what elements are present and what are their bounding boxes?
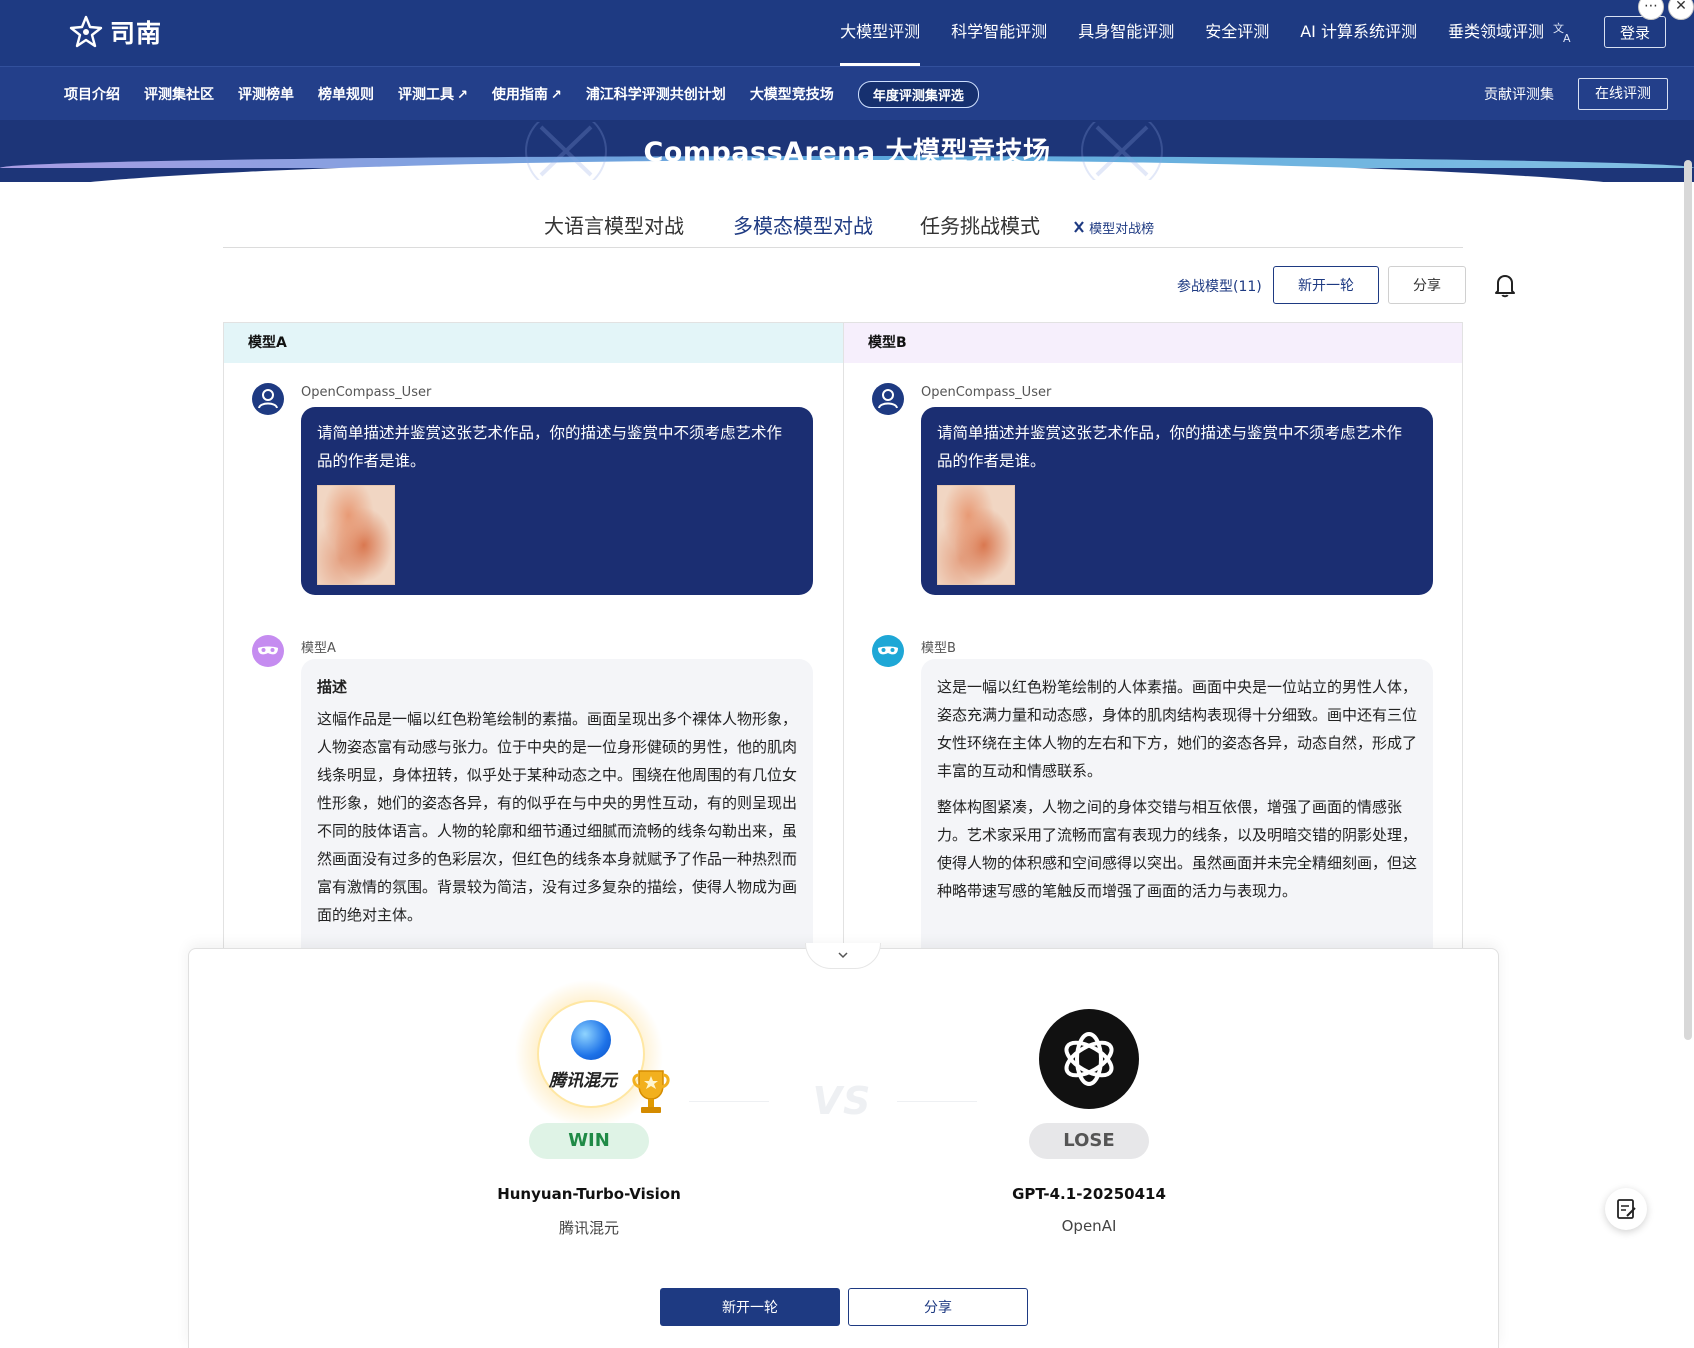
user-name: OpenCompass_User [921, 385, 1052, 400]
user-avatar [872, 383, 904, 415]
site-logo[interactable]: 司南 [68, 14, 162, 50]
subnav-pujiang-plan[interactable]: 浦江科学评测共创计划 [586, 84, 726, 104]
close-icon[interactable]: ✕ [1668, 0, 1694, 20]
collapse-toggle[interactable] [805, 943, 881, 969]
mask-icon [258, 646, 278, 655]
trophy-icon [632, 1070, 670, 1113]
model-avatar [872, 635, 904, 667]
logo-mark [69, 15, 103, 48]
model-name: 模型B [921, 641, 956, 656]
external-link-icon: ↗ [550, 88, 562, 103]
chevron-down-icon [838, 952, 848, 959]
model-b-panel: 模型B OpenCompass_User 请简单描述并鉴赏这张艺术作品，你的描述… [843, 322, 1463, 950]
share-button[interactable]: 分享 [848, 1288, 1028, 1326]
artwork-thumbnail[interactable] [317, 485, 395, 585]
battle-result-sheet: 腾讯混元 VS WIN LOSE Hunyuan-Turbo-Vision 腾讯… [188, 943, 1499, 1348]
prompt-text: 请简单描述并鉴赏这张艺术作品，你的描述与鉴赏中不须考虑艺术作品的作者是谁。 [937, 424, 1403, 470]
subnav-tools[interactable]: 评测工具 ↗ [398, 84, 468, 104]
nav-embodied-eval[interactable]: 具身智能评测 [1078, 0, 1174, 66]
hunyuan-logo-text: 腾讯混元 [549, 1071, 617, 1091]
lose-badge: LOSE [1029, 1123, 1149, 1159]
subnav-rules[interactable]: 榜单规则 [318, 84, 374, 104]
main-nav: 大模型评测 科学智能评测 具身智能评测 安全评测 AI 计算系统评测 垂类领域评… [840, 0, 1544, 66]
model-name: 模型A [301, 641, 336, 656]
nav-science-eval[interactable]: 科学智能评测 [951, 0, 1047, 66]
logo-text: 司南 [110, 19, 163, 48]
hunyuan-icon [571, 1020, 611, 1060]
login-button[interactable]: 登录 [1604, 16, 1666, 48]
winner-model-org: 腾讯混元 [558, 1219, 619, 1237]
model-reply: 这是一幅以红色粉笔绘制的人体素描。画面中央是一位站立的男性人体，姿态充满力量和动… [921, 659, 1433, 949]
svg-text:A: A [1563, 32, 1571, 44]
artwork-thumbnail[interactable] [937, 485, 1015, 585]
nav-vertical-eval[interactable]: 垂类领域评测 [1448, 0, 1544, 66]
user-icon [258, 389, 278, 409]
model-reply: 描述 这幅作品是一幅以红色粉笔绘制的素描。画面呈现出多个裸体人物形象，人物姿态富… [301, 659, 813, 949]
vs-divider [689, 1101, 769, 1102]
prompt-text: 请简单描述并鉴赏这张艺术作品，你的描述与鉴赏中不须考虑艺术作品的作者是谁。 [317, 424, 783, 470]
reply-heading: 描述 [317, 678, 348, 696]
bell-icon[interactable] [1493, 272, 1517, 298]
panel-title: 模型A [224, 323, 843, 363]
participating-models-link[interactable]: 参战模型(11) [1177, 276, 1262, 296]
nav-safety-eval[interactable]: 安全评测 [1205, 0, 1269, 66]
mask-icon [878, 646, 898, 655]
tab-task-challenge[interactable]: 任务挑战模式 [920, 210, 1040, 239]
loser-model-org: OpenAI [1061, 1217, 1117, 1235]
nav-llm-eval[interactable]: 大模型评测 [840, 0, 921, 66]
translate-icon[interactable]: 文 A [1552, 20, 1574, 44]
page-scrollbar[interactable] [1684, 160, 1692, 1040]
page-title: CompassArena 大模型竞技场 [643, 137, 1051, 168]
hunyuan-logo: 腾讯混元 [539, 1002, 643, 1106]
subnav-guide[interactable]: 使用指南 ↗ [492, 84, 562, 104]
battle-leaderboard-link[interactable]: 模型对战榜 [1073, 218, 1154, 237]
tab-llm-battle[interactable]: 大语言模型对战 [544, 210, 684, 239]
sub-nav: 项目介绍 评测集社区 评测榜单 榜单规则 评测工具 ↗ 使用指南 ↗ 浦江科学评测共… [0, 66, 1694, 120]
winner-model-name: Hunyuan-Turbo-Vision [497, 1185, 681, 1203]
new-round-button[interactable]: 新开一轮 [1273, 266, 1379, 304]
user-avatar [252, 383, 284, 415]
user-message: 请简单描述并鉴赏这张艺术作品，你的描述与鉴赏中不须考虑艺术作品的作者是谁。 [301, 407, 813, 595]
subnav-arena[interactable]: 大模型竞技场 [750, 84, 834, 104]
reply-paragraph: 整体构图紧凑，人物之间的身体交错与相互依偎，增强了画面的情感张力。艺术家采用了流… [937, 798, 1418, 900]
trophy-icon [1074, 221, 1084, 233]
loser-model-name: GPT-4.1-20250414 [1012, 1185, 1166, 1203]
openai-logo [1039, 1009, 1139, 1109]
reply-paragraph: 这幅作品是一幅以红色粉笔绘制的素描。画面呈现出多个裸体人物形象，人物姿态富有动感… [317, 710, 798, 924]
nav-ai-compute-eval[interactable]: AI 计算系统评测 [1300, 0, 1417, 66]
openai-icon [1064, 1032, 1114, 1086]
feedback-button[interactable] [1605, 1188, 1647, 1230]
win-badge: WIN [529, 1123, 649, 1159]
active-tab-indicator [775, 48, 835, 51]
model-avatar [252, 635, 284, 667]
subnav-leaderboard[interactable]: 评测榜单 [238, 84, 294, 104]
tab-multimodal-battle[interactable]: 多模态模型对战 [733, 210, 873, 239]
external-link-icon: ↗ [457, 88, 468, 103]
share-button[interactable]: 分享 [1388, 266, 1466, 304]
contribute-dataset-link[interactable]: 贡献评测集 [1484, 84, 1554, 104]
user-message: 请简单描述并鉴赏这张艺术作品，你的描述与鉴赏中不须考虑艺术作品的作者是谁。 [921, 407, 1433, 595]
panel-title: 模型B [844, 323, 1462, 363]
vs-label: VS [812, 1079, 872, 1123]
model-a-panel: 模型A OpenCompass_User 请简单描述并鉴赏这张艺术作品，你的描述… [223, 322, 844, 950]
reply-paragraph: 这是一幅以红色粉笔绘制的人体素描。画面中央是一位站立的男性人体，姿态充满力量和动… [937, 678, 1418, 780]
user-name: OpenCompass_User [301, 385, 432, 400]
winner-logo: 腾讯混元 [499, 979, 679, 1129]
user-icon [878, 389, 898, 409]
vs-divider [897, 1101, 977, 1102]
top-header: 司南 大模型评测 科学智能评测 具身智能评测 安全评测 AI 计算系统评测 垂类… [0, 0, 1694, 66]
online-eval-button[interactable]: 在线评测 [1578, 78, 1668, 110]
subnav-intro[interactable]: 项目介绍 [64, 84, 120, 104]
new-round-button[interactable]: 新开一轮 [660, 1288, 840, 1326]
subnav-dataset-community[interactable]: 评测集社区 [144, 84, 214, 104]
arena-tabs: 大语言模型对战 多模态模型对战 任务挑战模式 [223, 196, 1463, 248]
feedback-icon [1617, 1199, 1636, 1219]
annual-dataset-pill[interactable]: 年度评测集评选 [857, 80, 979, 108]
